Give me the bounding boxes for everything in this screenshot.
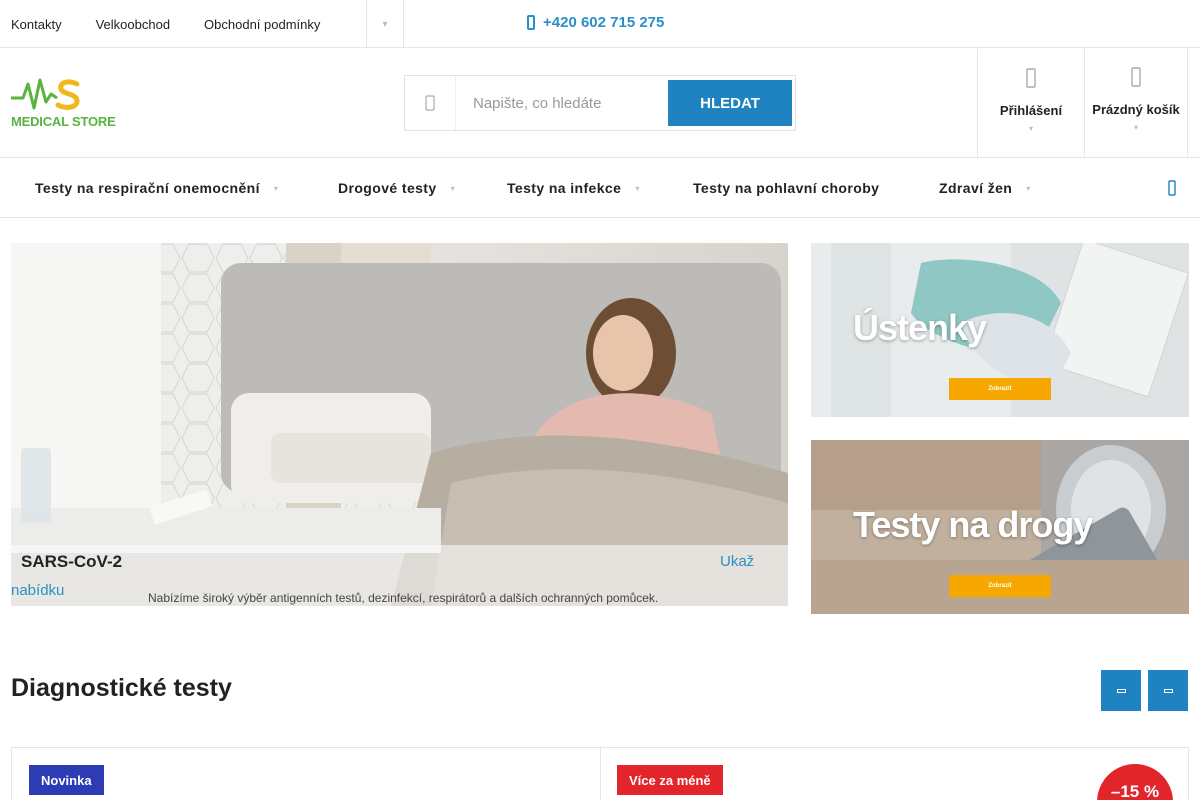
- logo-mark-icon: [11, 78, 80, 110]
- carousel-prev-button[interactable]: [1101, 670, 1141, 711]
- chevron-down-icon: ▾: [450, 183, 455, 193]
- chevron-down-icon: ▾: [635, 183, 640, 193]
- discount-badge: –15 %: [1097, 764, 1173, 800]
- banner-title: Ústenky: [853, 307, 987, 348]
- banner-title: Testy na drogy: [853, 504, 1093, 545]
- nav-item-drug-tests[interactable]: Drogové testy ▾: [338, 158, 455, 218]
- banner-drug-tests[interactable]: Testy na drogy Zobrazit: [811, 440, 1189, 614]
- top-link-terms[interactable]: Obchodní podmínky: [204, 17, 320, 32]
- arrow-right-icon: [1163, 688, 1173, 693]
- top-links: Kontakty Velkoobchod Obchodní podmínky: [11, 0, 354, 48]
- phone-number: +420 602 715 275: [543, 14, 665, 31]
- arrow-left-icon: [1116, 688, 1126, 693]
- nav-item-std[interactable]: Testy na pohlavní choroby: [693, 158, 879, 218]
- flag-bundle-badge: Více za méně: [617, 765, 723, 795]
- section-title: Diagnostické testy: [11, 674, 232, 702]
- search-icon: [405, 76, 456, 130]
- nav-item-respiratory[interactable]: Testy na respirační onemocnění ▾: [35, 158, 278, 218]
- chevron-down-icon: ▾: [273, 183, 279, 193]
- hero-title: SARS-CoV-2: [21, 552, 123, 571]
- search-button[interactable]: HLEDAT: [668, 80, 792, 126]
- search-form: HLEDAT: [404, 75, 796, 131]
- divider: [600, 748, 601, 800]
- cart-label: Prázdný košík: [1092, 102, 1180, 117]
- nav-item-infections[interactable]: Testy na infekce ▾: [507, 158, 640, 218]
- chevron-down-icon: ▾: [1028, 124, 1033, 133]
- logo[interactable]: MEDICAL STORE: [11, 74, 116, 132]
- cart-icon: [1131, 67, 1141, 87]
- nav-item-label: Testy na respirační onemocnění: [35, 180, 260, 196]
- chevron-down-icon: ▾: [1133, 123, 1138, 132]
- user-icon: [1026, 68, 1036, 88]
- main-navigation: Testy na respirační onemocnění ▾ Drogové …: [0, 157, 1200, 218]
- top-link-wholesale[interactable]: Velkoobchod: [96, 17, 170, 32]
- login-button[interactable]: Přihlášení ▾: [977, 49, 1084, 157]
- flag-new-badge: Novinka: [29, 765, 104, 795]
- login-label: Přihlášení: [999, 103, 1063, 118]
- more-links-chevron-icon[interactable]: ▾: [367, 0, 403, 48]
- nav-item-label: Testy na pohlavní choroby: [693, 180, 880, 196]
- logo-text: MEDICAL STORE: [11, 114, 116, 129]
- search-input[interactable]: [457, 76, 667, 130]
- cart-button[interactable]: Prázdný košík ▾: [1084, 49, 1188, 157]
- nav-item-label: Testy na infekce: [507, 180, 622, 196]
- banner-masks[interactable]: Ústenky Zobrazit: [811, 243, 1189, 417]
- phone-icon: [527, 15, 535, 30]
- search-icon[interactable]: [1164, 180, 1180, 196]
- nav-item-label: Drogové testy: [338, 180, 437, 196]
- divider: [403, 0, 404, 48]
- phone-link[interactable]: +420 602 715 275: [527, 14, 664, 31]
- hero-description: Nabízíme široký výběr antigenních testů,…: [148, 591, 659, 605]
- top-bar: Kontakty Velkoobchod Obchodní podmínky ▾…: [0, 0, 1200, 48]
- banner-show-button[interactable]: Zobrazit: [949, 575, 1051, 597]
- hero-slide[interactable]: [11, 243, 788, 606]
- hero-show-offer-link[interactable]: Ukaž: [720, 553, 754, 570]
- nav-item-label: Zdraví žen: [939, 180, 1013, 196]
- carousel-next-button[interactable]: [1148, 670, 1188, 711]
- nav-item-womens-health[interactable]: Zdraví žen ▾: [939, 158, 1031, 218]
- banner-show-button[interactable]: Zobrazit: [949, 378, 1051, 400]
- top-link-contacts[interactable]: Kontakty: [11, 17, 62, 32]
- product-carousel: Novinka Více za méně –15 %: [11, 747, 1189, 800]
- hero-show-offer-link[interactable]: nabídku: [11, 582, 64, 599]
- chevron-down-icon: ▾: [1026, 183, 1031, 193]
